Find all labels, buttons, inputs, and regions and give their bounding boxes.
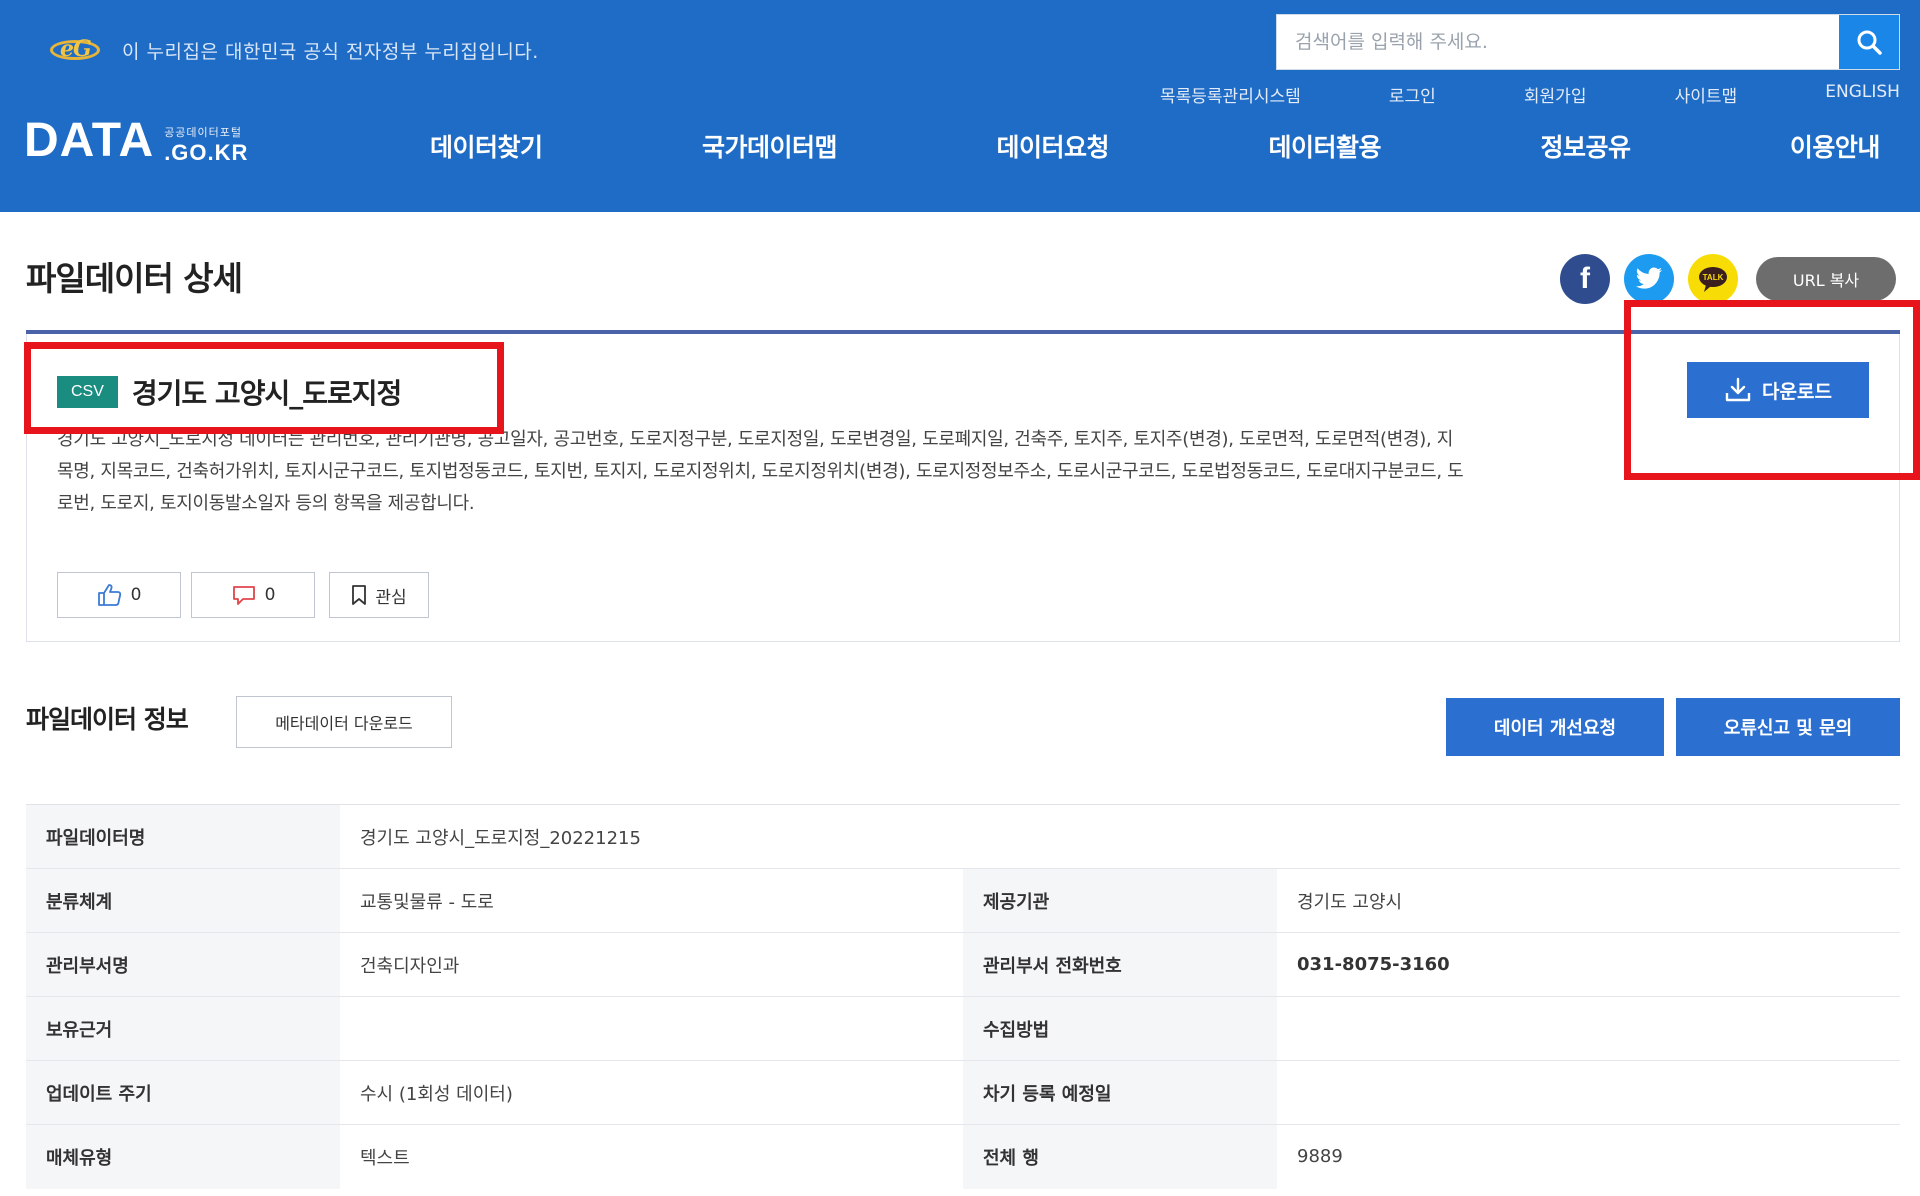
dislike-count: 0 <box>264 585 276 605</box>
logo-sub-domain: .GO.KR <box>164 140 249 165</box>
table-row: 파일데이터명 경기도 고양시_도로지정_20221215 <box>26 804 1900 869</box>
table-row: 업데이트 주기 수시 (1회성 데이터) 차기 등록 예정일 <box>26 1060 1900 1125</box>
kakaotalk-share-button[interactable]: TALK <box>1688 254 1738 304</box>
twitter-icon <box>1636 267 1662 289</box>
table-row: 매체유형 텍스트 전체 행 9889 <box>26 1124 1900 1189</box>
table-row: 관리부서명 건축디자인과 관리부서 전화번호 031-8075-3160 <box>26 932 1900 997</box>
svg-text:TALK: TALK <box>1703 273 1724 282</box>
table-value-cell: 031-8075-3160 <box>1277 932 1900 997</box>
search-input[interactable] <box>1277 15 1839 69</box>
url-copy-button[interactable]: URL 복사 <box>1756 257 1896 301</box>
nav-item-guide[interactable]: 이용안내 <box>1790 128 1881 164</box>
table-value-cell: 건축디자인과 <box>340 932 963 997</box>
metadata-download-button[interactable]: 메타데이터 다운로드 <box>236 696 452 748</box>
table-header-cell: 보유근거 <box>26 996 340 1061</box>
search-bar <box>1276 14 1900 70</box>
table-header-cell: 관리부서 전화번호 <box>963 932 1277 997</box>
dislike-button[interactable]: 0 <box>191 572 315 618</box>
table-value-cell: 수시 (1회성 데이터) <box>340 1060 963 1125</box>
logo-sub-korean: 공공데이터포털 <box>164 126 243 139</box>
table-value-cell: 텍스트 <box>340 1124 963 1189</box>
bookmark-icon <box>352 585 367 605</box>
table-value-cell <box>1277 996 1900 1061</box>
thumbs-up-icon <box>97 584 121 606</box>
nav-item-data-search[interactable]: 데이터찾기 <box>430 128 543 164</box>
table-value-cell: 경기도 고양시 <box>1277 868 1900 933</box>
table-row: 보유근거 수집방법 <box>26 996 1900 1061</box>
nav-item-data-request[interactable]: 데이터요청 <box>996 128 1109 164</box>
highlight-box-download <box>1624 300 1920 480</box>
kakaotalk-icon: TALK <box>1699 267 1727 292</box>
file-info-table: 파일데이터명 경기도 고양시_도로지정_20221215 분류체계 교통및물류 … <box>26 804 1900 1189</box>
table-header-cell: 차기 등록 예정일 <box>963 1060 1277 1125</box>
dataset-description: 경기도 고양시_도로지정 데이터는 관리번호, 관리기관명, 공고일자, 공고번… <box>57 429 1464 514</box>
gov-notice-text: 이 누리집은 대한민국 공식 전자정부 누리집입니다. <box>122 40 539 63</box>
util-link-sitemap[interactable]: 사이트맵 <box>1675 82 1738 107</box>
like-count: 0 <box>130 585 142 605</box>
util-link-signup[interactable]: 회원가입 <box>1524 82 1587 107</box>
util-link-login[interactable]: 로그인 <box>1389 82 1436 107</box>
speech-bubble-icon <box>232 586 255 605</box>
file-info-section-title: 파일데이터 정보 <box>26 705 189 734</box>
search-icon <box>1857 30 1882 55</box>
table-header-cell: 수집방법 <box>963 996 1277 1061</box>
util-link-english[interactable]: ENGLISH <box>1825 82 1900 107</box>
site-logo[interactable]: DATA 공공데이터포털 .GO.KR <box>24 114 249 167</box>
site-header: eG 이 누리집은 대한민국 공식 전자정부 누리집입니다. 목록등록관리시스템… <box>0 0 1920 212</box>
reaction-buttons: 0 0 관심 <box>57 572 429 618</box>
table-header-cell: 분류체계 <box>26 868 340 933</box>
favorite-button[interactable]: 관심 <box>329 572 429 618</box>
table-value-cell: 경기도 고양시_도로지정_20221215 <box>340 804 1900 869</box>
nav-item-info-sharing[interactable]: 정보공유 <box>1540 128 1631 164</box>
twitter-share-button[interactable] <box>1624 254 1674 304</box>
gov-notice-bar: eG 이 누리집은 대한민국 공식 전자정부 누리집입니다. <box>42 34 539 66</box>
share-bar: f TALK URL 복사 <box>1560 254 1896 304</box>
nav-item-national-data-map[interactable]: 국가데이터맵 <box>702 128 838 164</box>
nav-item-data-usage[interactable]: 데이터활용 <box>1268 128 1381 164</box>
favorite-label: 관심 <box>375 587 407 608</box>
egov-logo: eG <box>42 34 108 66</box>
highlight-box-title <box>24 342 504 434</box>
error-report-button[interactable]: 오류신고 및 문의 <box>1676 698 1900 756</box>
page-title: 파일데이터 상세 <box>26 259 243 298</box>
table-header-cell: 전체 행 <box>963 1124 1277 1189</box>
table-row: 분류체계 교통및물류 - 도로 제공기관 경기도 고양시 <box>26 868 1900 933</box>
main-navigation: 데이터찾기 국가데이터맵 데이터요청 데이터활용 정보공유 이용안내 <box>430 128 1880 164</box>
table-header-cell: 업데이트 주기 <box>26 1060 340 1125</box>
table-value-cell: 교통및물류 - 도로 <box>340 868 963 933</box>
like-button[interactable]: 0 <box>57 572 181 618</box>
data-improvement-request-button[interactable]: 데이터 개선요청 <box>1446 698 1664 756</box>
table-header-cell: 제공기관 <box>963 868 1277 933</box>
util-link-catalog-system[interactable]: 목록등록관리시스템 <box>1160 82 1301 107</box>
utility-links: 목록등록관리시스템 로그인 회원가입 사이트맵 ENGLISH <box>1160 82 1900 107</box>
table-header-cell: 파일데이터명 <box>26 804 340 869</box>
facebook-share-button[interactable]: f <box>1560 254 1610 304</box>
table-value-cell <box>340 996 963 1061</box>
table-header-cell: 매체유형 <box>26 1124 340 1189</box>
facebook-icon: f <box>1580 262 1590 295</box>
table-value-cell <box>1277 1060 1900 1125</box>
logo-main-text: DATA <box>24 114 155 167</box>
table-value-cell: 9889 <box>1277 1124 1900 1189</box>
search-button[interactable] <box>1839 15 1899 69</box>
table-header-cell: 관리부서명 <box>26 932 340 997</box>
